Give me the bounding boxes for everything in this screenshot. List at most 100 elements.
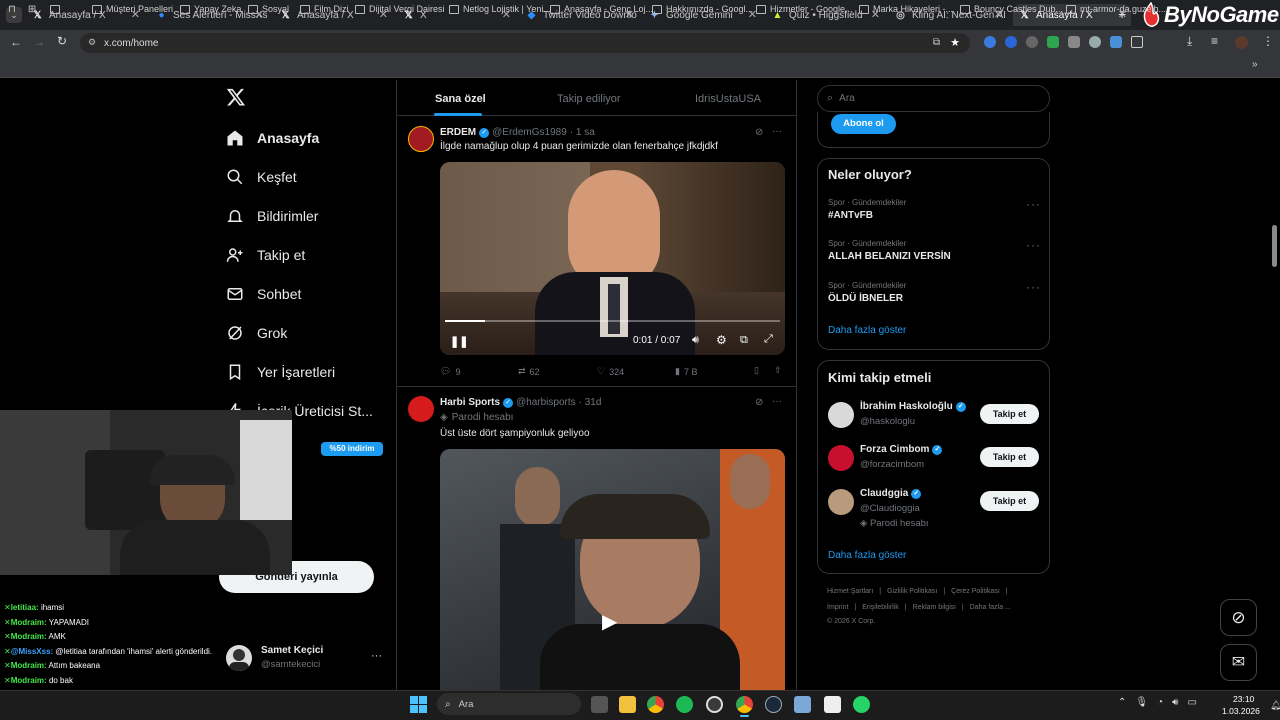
nav-item-6[interactable]: Grok (226, 324, 287, 342)
extension-icon[interactable] (1026, 36, 1038, 48)
bookmark-item[interactable]: mt-armor-da.guzelh... (1066, 4, 1166, 14)
volume-icon[interactable]: 🔊︎ (1172, 697, 1178, 708)
nav-item-1[interactable]: Anasayfa (226, 129, 319, 147)
bookmarks-more-icon[interactable]: » (1252, 59, 1258, 70)
task-view-icon[interactable] (591, 696, 608, 713)
messages-float-button[interactable]: ✉ (1220, 644, 1257, 681)
app-icon[interactable] (794, 696, 811, 713)
trend-more-icon[interactable]: ··· (1026, 238, 1041, 252)
follow-button[interactable]: Takip et (980, 404, 1039, 424)
tweet-time[interactable]: · 31d (579, 397, 602, 408)
spotify-icon[interactable] (676, 696, 693, 713)
page-scrollbar[interactable] (1272, 225, 1277, 267)
pip-icon[interactable]: ⧉ (740, 334, 748, 347)
account-switcher[interactable]: Samet Keçici @samtekecici ··· (226, 643, 386, 675)
notepad-icon[interactable] (824, 696, 841, 713)
extension-icon[interactable] (1068, 36, 1080, 48)
tweet-video[interactable]: ▶ (440, 449, 785, 690)
tweet-video[interactable]: ❚❚ 0:01 / 0:07 🔊︎ ⚙ ⧉ ⤢ (440, 162, 785, 355)
fullscreen-icon[interactable]: ⤢ (764, 333, 773, 346)
footer-link[interactable]: İmprint (827, 604, 848, 611)
nav-item-7[interactable]: Yer İşaretleri (226, 363, 335, 381)
settings-icon[interactable]: ⚙ (716, 333, 727, 347)
follow-button[interactable]: Takip et (980, 447, 1039, 467)
folder-icon[interactable] (50, 5, 61, 14)
download-icon[interactable]: ⤓ (1187, 34, 1192, 49)
tweet-time[interactable]: · 1 sa (570, 127, 595, 138)
bookmark-icon[interactable]: ▯ (754, 365, 759, 376)
site-info-icon[interactable]: ⚙ (88, 37, 96, 48)
footer-link[interactable]: Erişilebilirlik (862, 604, 899, 611)
start-icon[interactable] (410, 696, 427, 713)
apps-icon[interactable]: ⊓ ⊞ (8, 4, 64, 15)
nav-item-4[interactable]: Takip et (226, 246, 305, 264)
avatar[interactable] (828, 489, 854, 515)
share-icon[interactable]: ⇧ (774, 365, 782, 376)
pause-icon[interactable]: ❚❚ (450, 335, 468, 348)
account-more-icon[interactable]: ··· (371, 650, 382, 662)
bookmark-item[interactable]: Netlog Lojistik | Yeni... (449, 4, 551, 14)
tweet-more-icon[interactable]: ··· (772, 126, 782, 137)
notification-icon[interactable]: 🔔︎ (1270, 700, 1280, 711)
tweet-author-handle[interactable]: @harbisports (516, 397, 576, 408)
profile-avatar[interactable] (1235, 36, 1248, 49)
retweet-action[interactable]: ⇄ 62 (518, 366, 540, 377)
trend-name[interactable]: ALLAH BELANIZI VERSİN (828, 251, 951, 262)
volume-icon[interactable]: 🔊︎ (692, 334, 699, 347)
trends-show-more[interactable]: Daha fazla göster (828, 325, 906, 336)
bookmark-item[interactable]: Bouncy Castles Dub... (960, 4, 1063, 14)
suggested-account-name[interactable]: Claudggia ✓ (860, 488, 922, 499)
steam-icon[interactable] (765, 696, 782, 713)
tab-idrisustausa[interactable]: IdrisUstaUSA (695, 93, 761, 105)
tweet-author-name[interactable]: ERDEM (440, 127, 476, 138)
puzzle-icon[interactable] (1131, 36, 1143, 48)
footer-link[interactable]: Gizlilik Politikası (887, 588, 937, 595)
extension-icon[interactable] (1005, 36, 1017, 48)
play-icon[interactable]: ▶ (602, 609, 617, 634)
extension-icon[interactable] (984, 36, 996, 48)
battery-icon[interactable]: ▭ (1187, 697, 1196, 708)
tab-for-you[interactable]: Sana özel (435, 93, 486, 105)
chrome-active-icon[interactable] (736, 696, 753, 713)
avatar[interactable] (828, 402, 854, 428)
avatar[interactable] (828, 445, 854, 471)
nav-item-5[interactable]: Sohbet (226, 285, 301, 303)
suggested-account-name[interactable]: Forza Cimbom ✓ (860, 444, 943, 455)
who-show-more[interactable]: Daha fazla göster (828, 550, 906, 561)
footer-link[interactable]: Çerez Politikası (951, 588, 1000, 595)
grok-icon[interactable]: ⊘ (755, 127, 763, 138)
back-icon[interactable]: ← (10, 35, 22, 49)
extension-icon[interactable] (1089, 36, 1101, 48)
search-input[interactable]: ⌕ Ara (817, 85, 1050, 112)
clock-time[interactable]: 23:10 (1233, 694, 1254, 704)
views-action[interactable]: ▮ 7 B (675, 366, 697, 377)
bookmark-item[interactable]: Müşteri Panelleri (92, 4, 173, 14)
media-control-icon[interactable]: ≡ (1211, 34, 1218, 48)
like-action[interactable]: ♡ 324 (597, 366, 624, 377)
subscribe-button[interactable]: Abone ol (831, 114, 896, 134)
tweet-more-icon[interactable]: ··· (772, 396, 782, 407)
forward-icon[interactable]: → (33, 35, 45, 49)
reply-action[interactable]: 💬︎ 9 (440, 366, 460, 377)
nav-item-3[interactable]: Bildirimler (226, 207, 318, 225)
extension-icon[interactable] (1047, 36, 1059, 48)
grok-float-button[interactable]: ⊘ (1220, 599, 1257, 636)
menu-icon[interactable]: ⋮ (1262, 34, 1274, 48)
taskbar-search[interactable]: ⌕ Ara (437, 693, 581, 715)
chrome-icon[interactable] (647, 696, 664, 713)
wifi-icon[interactable]: ◔ (1157, 697, 1163, 708)
trend-name[interactable]: #ANTvFB (828, 210, 873, 221)
clock-date[interactable]: 1.03.2026 (1222, 706, 1260, 716)
bookmark-item[interactable]: Film Dizi (300, 4, 349, 14)
bookmark-item[interactable]: Hizmetler - Google... (756, 4, 853, 14)
x-logo-icon[interactable] (226, 87, 246, 112)
bookmark-item[interactable]: Yapay Zeka (180, 4, 241, 14)
trend-name[interactable]: ÖLDÜ İBNELER (828, 293, 903, 304)
bookmark-star-icon[interactable]: ★ (950, 36, 960, 49)
bookmark-item[interactable]: Hakkımızda - Googl... (652, 4, 753, 14)
grok-icon[interactable]: ⊘ (755, 397, 763, 408)
chevron-up-icon[interactable]: ⌃ (1118, 697, 1126, 708)
extension-icon[interactable] (1110, 36, 1122, 48)
reload-icon[interactable]: ↻ (57, 34, 67, 48)
footer-link[interactable]: Hizmet Şartları (827, 588, 873, 595)
